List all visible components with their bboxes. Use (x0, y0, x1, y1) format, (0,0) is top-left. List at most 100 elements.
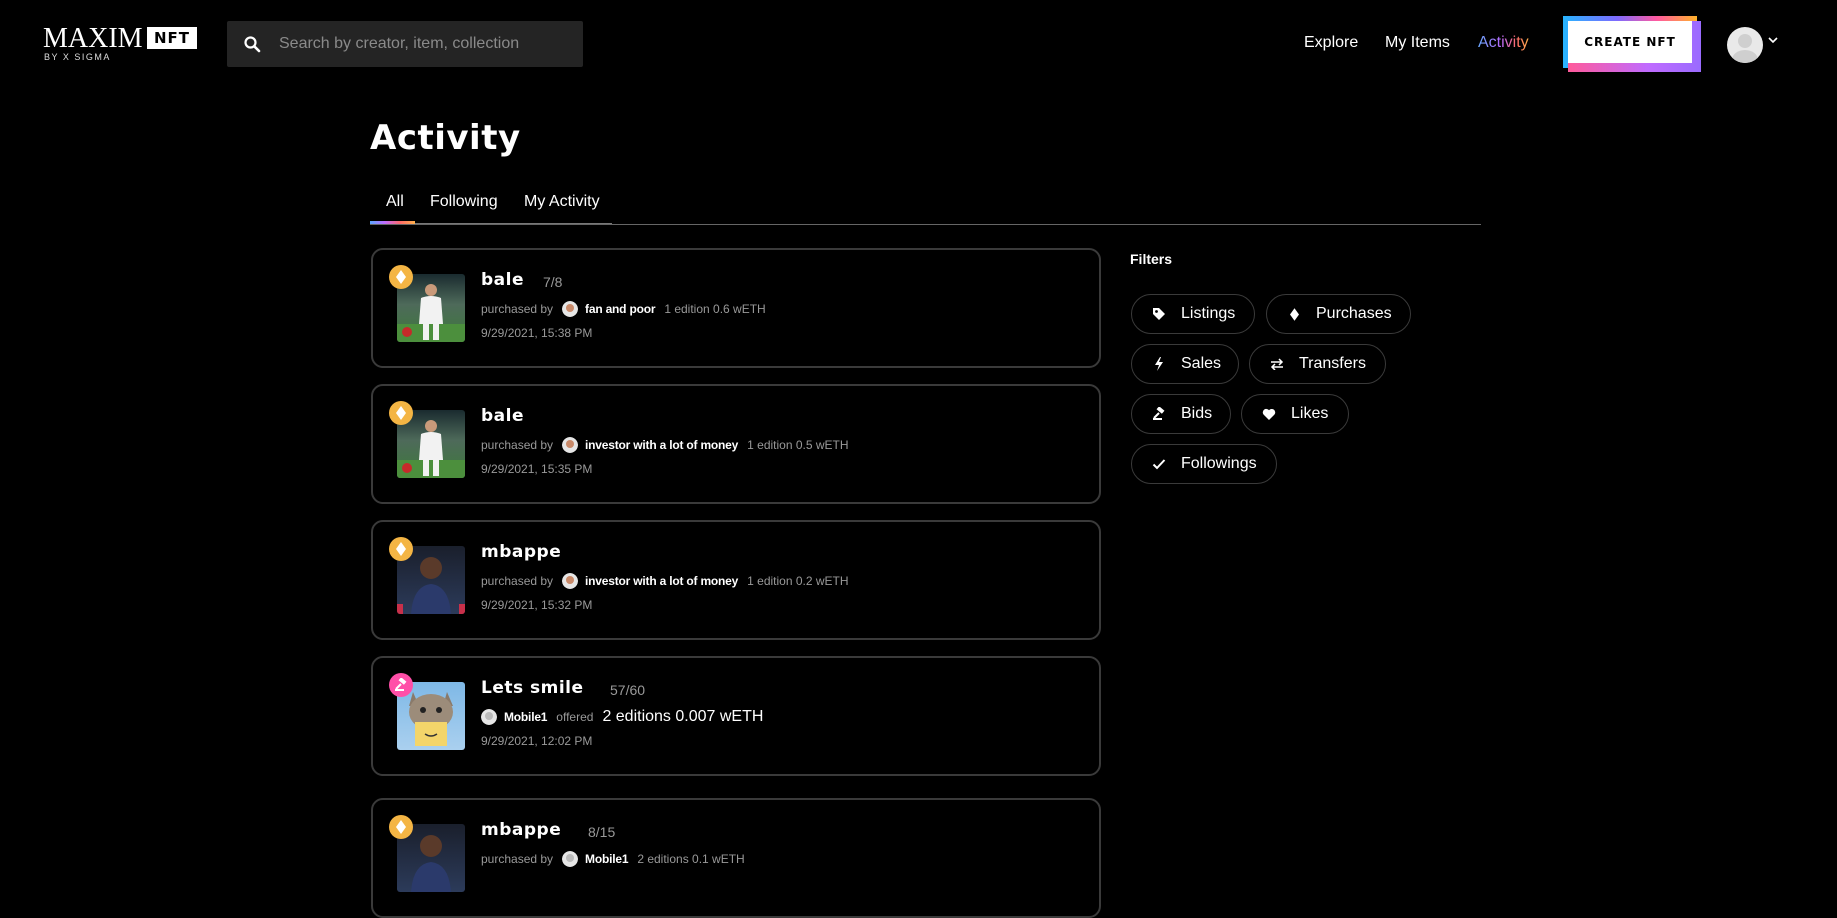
active-tab-indicator (370, 221, 415, 224)
create-nft-button[interactable]: CREATE NFT (1568, 21, 1692, 63)
avatar-icon (562, 437, 579, 453)
timestamp: 9/29/2021, 15:32 PM (481, 598, 593, 612)
user-name[interactable]: investor with a lot of money (585, 438, 738, 452)
edition-price: 1 edition 0.6 wETH (664, 302, 766, 316)
lightning-icon (1151, 356, 1167, 372)
edition-price: 1 edition 0.5 wETH (747, 438, 849, 452)
nav-explore[interactable]: Explore (1304, 34, 1358, 52)
activity-card[interactable]: mbappe 8/15 purchased by Mobile1 2 editi… (371, 798, 1101, 918)
user-avatar[interactable] (481, 709, 497, 725)
gavel-icon (395, 678, 407, 691)
timestamp: 9/29/2021, 12:02 PM (481, 734, 593, 748)
action-text: purchased by (481, 302, 554, 316)
logo-nft-badge: NFT (147, 27, 197, 49)
timestamp: 9/29/2021, 15:35 PM (481, 462, 593, 476)
edition-count: 7/8 (543, 274, 563, 290)
filter-listings[interactable]: Listings (1131, 294, 1255, 334)
profile-avatar[interactable] (1727, 27, 1763, 63)
filter-bids[interactable]: Bids (1131, 394, 1231, 434)
filter-label: Bids (1181, 405, 1213, 422)
filter-label: Purchases (1316, 305, 1392, 322)
purchase-badge (389, 401, 413, 425)
activity-card[interactable]: bale 7/8 purchased by fan and poor 1 edi… (371, 248, 1101, 368)
avatar-icon (562, 301, 579, 317)
tag-icon (1151, 306, 1167, 322)
nav-my-items[interactable]: My Items (1385, 34, 1450, 52)
activity-card[interactable]: Lets smile 57/60 Mobile1 offered 2 editi… (371, 656, 1101, 776)
diamond-icon (396, 270, 406, 284)
edition-count: 8/15 (588, 824, 616, 840)
user-avatar[interactable] (562, 301, 579, 317)
filter-label: Sales (1181, 355, 1222, 372)
create-nft-frame: CREATE NFT (1563, 16, 1701, 72)
top-header: MAXIM NFT BY X SIGMA Explore My Items Ac… (0, 0, 1837, 88)
filter-sales[interactable]: Sales (1131, 344, 1239, 384)
filter-label: Listings (1181, 305, 1236, 322)
nft-name[interactable]: bale (481, 270, 524, 290)
activity-card[interactable]: bale purchased by investor with a lot of… (371, 384, 1101, 504)
nft-name[interactable]: mbappe (481, 820, 561, 840)
activity-details: purchased by fan and poor 1 edition 0.6 … (481, 300, 766, 318)
gavel-icon (1151, 406, 1167, 422)
check-icon (1151, 456, 1167, 472)
diamond-icon (396, 820, 406, 834)
edition-price: 2 editions 0.007 wETH (602, 708, 764, 725)
user-name[interactable]: Mobile1 (504, 710, 547, 724)
nft-name[interactable]: mbappe (481, 542, 561, 562)
filter-label: Followings (1181, 455, 1257, 472)
tab-my-activity[interactable]: My Activity (524, 193, 600, 211)
maxim-nft-logo[interactable]: MAXIM NFT BY X SIGMA (43, 24, 198, 64)
filter-label: Likes (1291, 405, 1329, 422)
activity-details: purchased by investor with a lot of mone… (481, 436, 849, 454)
logo-tagline: BY X SIGMA (44, 52, 111, 62)
user-name[interactable]: investor with a lot of money (585, 574, 738, 588)
tab-all[interactable]: All (386, 193, 404, 211)
filters-heading: Filters (1130, 251, 1173, 267)
edition-count: 57/60 (610, 682, 646, 698)
avatar-icon (562, 573, 579, 589)
activity-details: Mobile1 offered 2 editions 0.007 wETH (481, 708, 763, 726)
action-text: purchased by (481, 852, 554, 866)
purchase-badge (389, 537, 413, 561)
filter-purchases[interactable]: Purchases (1266, 294, 1411, 334)
avatar-icon (562, 851, 579, 867)
activity-details: purchased by Mobile1 2 editions 0.1 wETH (481, 850, 745, 868)
timestamp: 9/29/2021, 15:38 PM (481, 326, 593, 340)
user-silhouette-icon (1732, 34, 1758, 63)
action-text: purchased by (481, 574, 554, 588)
action-text: purchased by (481, 438, 554, 452)
tab-underline-track (415, 223, 612, 224)
search-input[interactable] (279, 21, 569, 67)
search-bar[interactable] (227, 21, 583, 67)
transfer-icon (1269, 356, 1285, 372)
filter-likes[interactable]: Likes (1241, 394, 1349, 434)
bid-badge (389, 673, 413, 697)
activity-card[interactable]: mbappe purchased by investor with a lot … (371, 520, 1101, 640)
filter-followings[interactable]: Followings (1131, 444, 1277, 484)
edition-price: 2 editions 0.1 wETH (637, 852, 745, 866)
diamond-icon (396, 542, 406, 556)
user-name[interactable]: Mobile1 (585, 852, 628, 866)
edition-price: 1 edition 0.2 wETH (747, 574, 849, 588)
user-avatar[interactable] (562, 851, 579, 867)
purchase-badge (389, 265, 413, 289)
nft-name[interactable]: Lets smile (481, 678, 584, 698)
activity-tabs: All Following My Activity (370, 190, 1481, 225)
activity-details: purchased by investor with a lot of mone… (481, 572, 849, 590)
filter-transfers[interactable]: Transfers (1249, 344, 1386, 384)
logo-wordmark: MAXIM (43, 23, 143, 54)
user-avatar[interactable] (562, 437, 579, 453)
nft-name[interactable]: bale (481, 406, 524, 426)
diamond-icon (396, 406, 406, 420)
filter-label: Transfers (1299, 355, 1366, 372)
search-icon (244, 36, 261, 53)
user-name[interactable]: fan and poor (585, 302, 655, 316)
tab-following[interactable]: Following (430, 193, 498, 211)
heart-icon (1261, 406, 1277, 422)
purchase-badge (389, 815, 413, 839)
chevron-down-icon[interactable] (1768, 36, 1778, 44)
user-avatar[interactable] (562, 573, 579, 589)
nav-activity[interactable]: Activity (1478, 34, 1529, 52)
page-title: Activity (370, 118, 521, 158)
action-text: offered (556, 710, 594, 724)
